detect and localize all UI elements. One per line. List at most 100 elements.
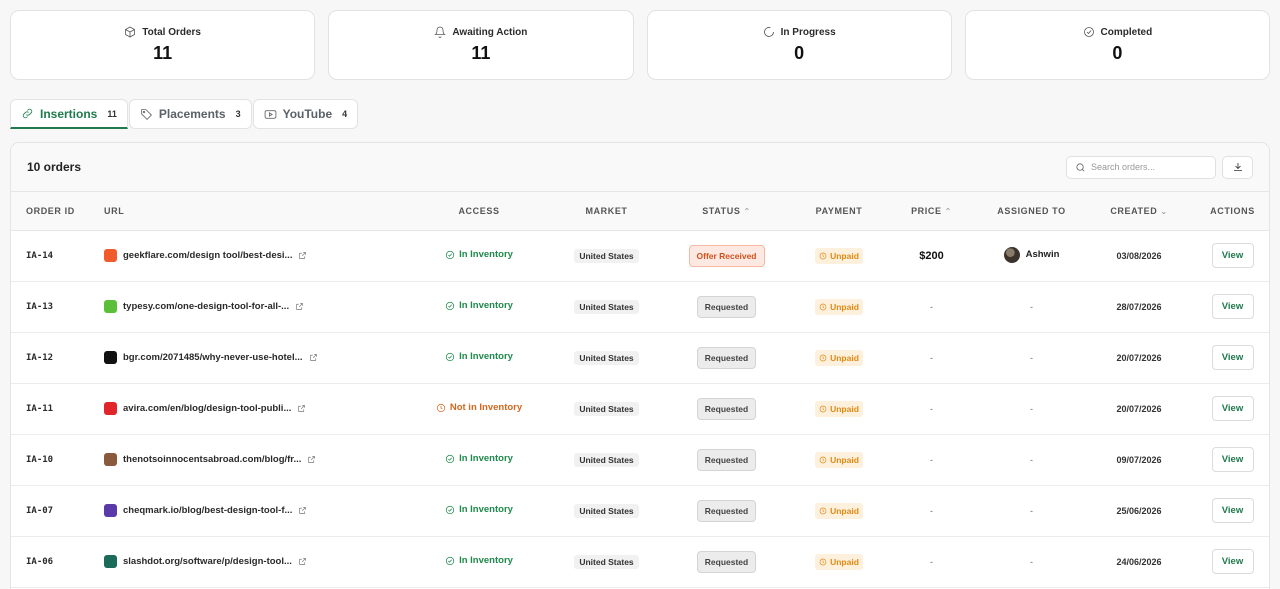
tab-label: Insertions — [40, 106, 98, 121]
created-cell: 09/07/2026 — [1084, 434, 1194, 485]
actions-cell: View — [1194, 332, 1269, 383]
view-button[interactable]: View — [1211, 294, 1254, 319]
payment-badge: Unpaid — [815, 349, 863, 366]
tab-youtube[interactable]: YouTube 4 — [252, 99, 359, 129]
payment-badge: Unpaid — [815, 553, 863, 570]
price-value: - — [930, 505, 933, 516]
access-cell: Not in Inventory — [404, 383, 554, 434]
external-link-icon[interactable] — [297, 404, 306, 413]
market-badge: United States — [574, 503, 639, 518]
search-box[interactable] — [1066, 155, 1216, 179]
access-cell: In Inventory — [404, 485, 554, 536]
created-date: 09/07/2026 — [1116, 454, 1162, 465]
site-favicon-icon — [104, 453, 117, 466]
market-badge: United States — [574, 401, 639, 416]
download-icon — [1233, 163, 1242, 171]
market-cell: United States — [554, 434, 659, 485]
url-cell: slashdot.org/software/p/design-tool... — [104, 536, 404, 587]
access-status: In Inventory — [459, 249, 513, 261]
url-link[interactable]: cheqmark.io/blog/best-design-tool-f... — [123, 505, 292, 516]
download-button[interactable] — [1222, 155, 1253, 179]
order-id: IA-14 — [26, 250, 54, 261]
stat-card-in-progress: In Progress 0 — [646, 10, 952, 80]
price-value: - — [930, 301, 933, 312]
created-cell: 20/07/2026 — [1084, 332, 1194, 383]
url-cell: geekflare.com/design tool/best-desi... — [104, 230, 404, 281]
order-id: IA-07 — [26, 505, 54, 516]
col-created[interactable]: CREATED ⌄ — [1084, 192, 1194, 231]
url-link[interactable]: thenotsoinnocentsabroad.com/blog/fr... — [123, 454, 301, 465]
stat-label: In Progress — [780, 26, 836, 38]
view-button[interactable]: View — [1211, 243, 1254, 268]
market-cell: United States — [554, 332, 659, 383]
assigned-cell: - — [979, 536, 1084, 587]
price-value: - — [930, 403, 933, 414]
col-status[interactable]: STATUS ⌃ — [659, 192, 794, 231]
check-circle-icon — [445, 454, 455, 463]
url-link[interactable]: geekflare.com/design tool/best-desi... — [123, 250, 292, 261]
created-cell: 03/08/2026 — [1084, 230, 1194, 281]
view-button[interactable]: View — [1211, 345, 1254, 370]
assignee-name: - — [1030, 454, 1033, 465]
market-cell: United States — [554, 383, 659, 434]
youtube-icon — [264, 109, 276, 119]
price-value: - — [930, 454, 933, 465]
url-cell: bgr.com/2071485/why-never-use-hotel... — [104, 332, 404, 383]
external-link-icon[interactable] — [298, 557, 307, 566]
url-link[interactable]: slashdot.org/software/p/design-tool... — [123, 556, 292, 567]
url-cell: thenotsoinnocentsabroad.com/blog/fr... — [104, 434, 404, 485]
status-badge: Requested — [696, 550, 757, 573]
view-button[interactable]: View — [1211, 498, 1254, 523]
table-row: IA-13 typesy.com/one-design-tool-for-all… — [11, 281, 1269, 332]
external-link-icon[interactable] — [307, 455, 316, 464]
view-button[interactable]: View — [1211, 396, 1254, 421]
external-link-icon[interactable] — [309, 353, 318, 362]
status-cell: Requested — [659, 383, 794, 434]
site-favicon-icon — [104, 555, 117, 568]
stat-value: 0 — [794, 43, 805, 63]
check-circle-icon — [1083, 27, 1094, 37]
url-link[interactable]: avira.com/en/blog/design-tool-publi... — [123, 403, 291, 414]
payment-badge: Unpaid — [815, 502, 863, 519]
col-order-id: ORDER ID — [11, 192, 104, 231]
created-cell: 20/07/2026 — [1084, 383, 1194, 434]
search-input[interactable] — [1091, 162, 1201, 172]
created-cell: 24/06/2026 — [1084, 536, 1194, 587]
status-badge: Requested — [696, 448, 757, 471]
panel-toolbar: 10 orders — [11, 143, 1269, 192]
price-cell: - — [884, 332, 979, 383]
clock-icon — [819, 354, 827, 361]
view-button[interactable]: View — [1211, 549, 1254, 574]
table-row: IA-10 thenotsoinnocentsabroad.com/blog/f… — [11, 434, 1269, 485]
url-link[interactable]: bgr.com/2071485/why-never-use-hotel... — [123, 352, 303, 363]
tab-insertions[interactable]: Insertions 11 — [10, 99, 128, 129]
col-price[interactable]: PRICE ⌃ — [884, 192, 979, 231]
view-button[interactable]: View — [1211, 447, 1254, 472]
url-link[interactable]: typesy.com/one-design-tool-for-all-... — [123, 301, 289, 312]
created-date: 25/06/2026 — [1116, 505, 1162, 516]
status-badge: Requested — [696, 397, 757, 420]
created-date: 20/07/2026 — [1116, 403, 1162, 414]
external-link-icon[interactable] — [298, 251, 307, 260]
external-link-icon[interactable] — [298, 506, 307, 515]
created-date: 03/08/2026 — [1116, 250, 1162, 261]
status-cell: Requested — [659, 281, 794, 332]
site-favicon-icon — [104, 300, 117, 313]
access-status: In Inventory — [459, 453, 513, 465]
market-cell: United States — [554, 281, 659, 332]
check-circle-icon — [445, 352, 455, 361]
access-status: In Inventory — [459, 300, 513, 312]
assigned-cell: - — [979, 332, 1084, 383]
access-cell: In Inventory — [404, 434, 554, 485]
check-circle-icon — [445, 301, 455, 310]
orders-count: 10 orders — [27, 160, 82, 174]
external-link-icon[interactable] — [295, 302, 304, 311]
tab-placements[interactable]: Placements 3 — [128, 99, 252, 129]
url-cell: avira.com/en/blog/design-tool-publi... — [104, 383, 404, 434]
order-id: IA-11 — [26, 403, 54, 414]
tab-count: 3 — [235, 109, 241, 119]
status-badge: Requested — [696, 295, 757, 318]
order-id: IA-13 — [26, 301, 54, 312]
spinner-icon — [763, 27, 774, 37]
created-date: 28/07/2026 — [1116, 301, 1162, 312]
